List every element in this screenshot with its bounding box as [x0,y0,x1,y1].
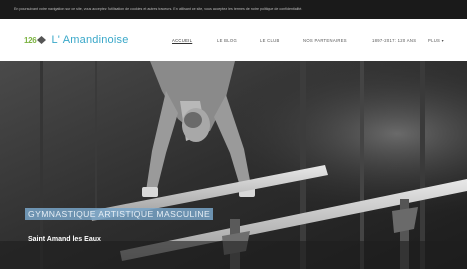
chevron-down-icon: ▾ [441,38,444,43]
nav-item-plus-label: PLUS [428,38,441,43]
nav-item-120-ans[interactable]: 1897-2017: 120 ANS [372,38,416,43]
nav-item-accueil[interactable]: ACCUEIL [172,38,192,43]
hero-title: GYMNASTIQUE ARTISTIQUE MASCULINE [25,208,214,220]
nav-item-partenaires[interactable]: NOS PARTENAIRES [303,38,347,43]
hero-subtitle: Saint Amand les Eaux [28,236,101,243]
site-header: 126 L' Amandinoise ACCUEIL LE BLOG LE CL… [0,19,467,61]
nav-item-le-club[interactable]: LE CLUB [260,38,280,43]
nav-item-le-blog[interactable]: LE BLOG [217,38,237,43]
hero-banner: GYMNASTIQUE ARTISTIQUE MASCULINE Saint A… [0,61,467,269]
nav-item-plus[interactable]: PLUS ▾ [428,38,444,43]
main-navigation: ACCUEIL LE BLOG LE CLUB NOS PARTENAIRES … [0,38,467,46]
cookie-notice: En poursuivant votre navigation sur ce s… [0,0,467,19]
